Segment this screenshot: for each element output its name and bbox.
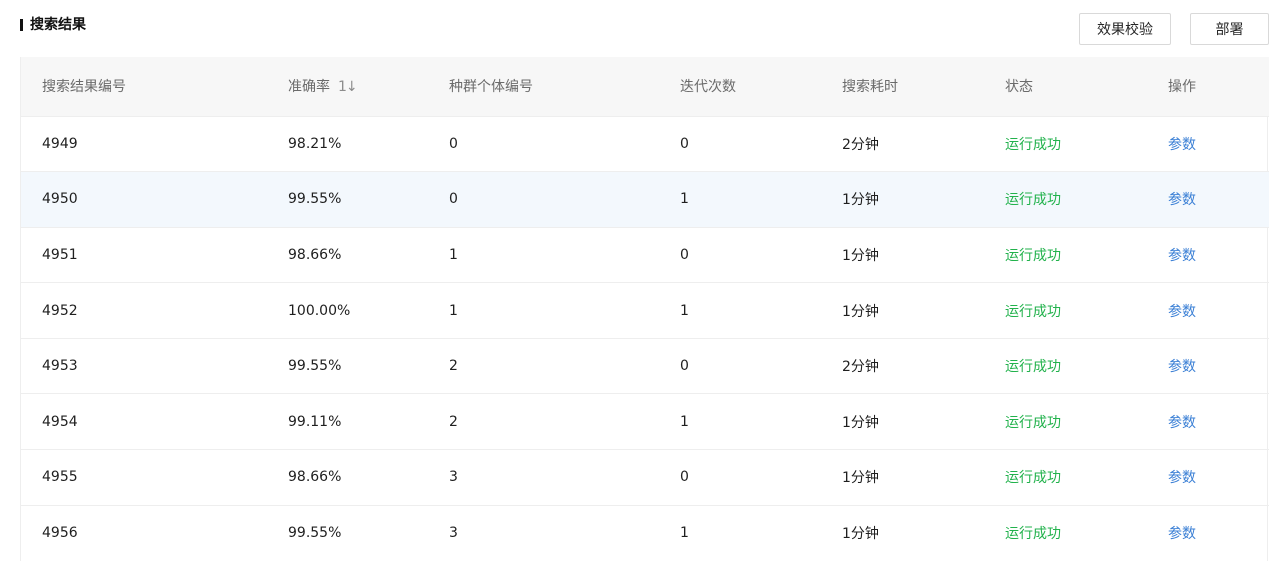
column-header-actions: 操作 (1147, 57, 1269, 117)
params-link[interactable]: 参数 (1147, 171, 1269, 228)
cell-duration: 1分钟 (821, 393, 984, 451)
cell-accuracy: 99.55% (267, 338, 428, 395)
cell-accuracy: 99.11% (267, 393, 428, 451)
params-link[interactable]: 参数 (1147, 116, 1269, 173)
cell-status: 运行成功 (984, 338, 1147, 395)
params-link[interactable]: 参数 (1147, 393, 1269, 451)
cell-individual-id: 2 (428, 393, 659, 451)
cell-result-id: 4950 (21, 171, 267, 228)
deploy-button[interactable]: 部署 (1190, 13, 1269, 45)
cell-status: 运行成功 (984, 227, 1147, 284)
table-row: 4952 100.00% 1 1 1分钟 运行成功 参数 (21, 282, 1269, 339)
column-header-label: 操作 (1168, 79, 1196, 96)
cell-accuracy: 99.55% (288, 525, 342, 542)
params-link[interactable]: 参数 (1147, 282, 1269, 339)
cell-result-id: 4954 (21, 393, 267, 451)
title-accent-bar (20, 19, 23, 31)
column-header-result-id: 搜索结果编号 (21, 57, 267, 117)
table-row: 4951 98.66% 1 0 1分钟 运行成功 参数 (21, 227, 1269, 284)
cell-duration: 1分钟 (821, 449, 984, 506)
table-row: 4950 99.55% 0 1 1分钟 运行成功 参数 (21, 171, 1269, 228)
section-header: 搜索结果 效果校验 部署 (0, 0, 1280, 57)
table-row: 4955 98.66% 3 0 1分钟 运行成功 参数 (21, 449, 1269, 506)
params-link[interactable]: 参数 (1147, 227, 1269, 284)
section-title-text: 搜索结果 (30, 17, 86, 33)
cell-iterations: 1 (659, 171, 821, 228)
column-header-status: 状态 (984, 57, 1147, 117)
column-header-label: 状态 (1005, 79, 1033, 96)
cell-iterations: 0 (659, 338, 821, 395)
search-results-page: 搜索结果 效果校验 部署 搜索结果编号 准确率 1↓ 种群个体编号 迭代次数 搜… (0, 0, 1280, 561)
table-header-row: 搜索结果编号 准确率 1↓ 种群个体编号 迭代次数 搜索耗时 状态 操作 (21, 57, 1269, 117)
cell-result-id: 4953 (21, 338, 267, 395)
params-link[interactable]: 参数 (1147, 449, 1269, 506)
cell-duration: 1分钟 (842, 526, 879, 543)
results-table: 搜索结果编号 准确率 1↓ 种群个体编号 迭代次数 搜索耗时 状态 操作 4949… (21, 57, 1269, 561)
cell-individual-id: 3 (428, 449, 659, 506)
cell-accuracy: 98.66% (267, 227, 428, 284)
cell-iterations: 1 (680, 525, 689, 542)
table-row: 4956 99.55% 3 1 1分钟 运行成功 参数 (21, 505, 1269, 561)
cell-individual-id: 3 (449, 525, 458, 542)
cell-status: 运行成功 (984, 393, 1147, 451)
column-header-iterations: 迭代次数 (659, 57, 821, 117)
cell-individual-id: 0 (428, 116, 659, 173)
cell-result-id: 4956 (42, 525, 78, 542)
cell-status: 运行成功 (984, 171, 1147, 228)
cell-iterations: 1 (659, 393, 821, 451)
cell-iterations: 1 (659, 282, 821, 339)
section-title: 搜索结果 (20, 17, 86, 33)
column-header-label: 搜索结果编号 (42, 79, 126, 96)
cell-result-id: 4952 (21, 282, 267, 339)
cell-status: 运行成功 (984, 282, 1147, 339)
results-table-container: 搜索结果编号 准确率 1↓ 种群个体编号 迭代次数 搜索耗时 状态 操作 4949… (20, 57, 1269, 561)
cell-iterations: 0 (659, 227, 821, 284)
cell-individual-id: 2 (428, 338, 659, 395)
cell-duration: 2分钟 (821, 338, 984, 395)
column-header-label: 迭代次数 (680, 79, 736, 96)
cell-duration: 2分钟 (821, 116, 984, 173)
cell-result-id: 4949 (21, 116, 267, 173)
cell-accuracy: 99.55% (267, 171, 428, 228)
cell-duration: 1分钟 (821, 171, 984, 228)
cell-status: 运行成功 (984, 449, 1147, 506)
cell-iterations: 0 (659, 116, 821, 173)
column-header-accuracy[interactable]: 准确率 1↓ (267, 57, 428, 117)
column-header-label: 准确率 (288, 79, 330, 96)
table-row: 4953 99.55% 2 0 2分钟 运行成功 参数 (21, 338, 1269, 395)
column-header-duration: 搜索耗时 (821, 57, 984, 117)
table-row: 4954 99.11% 2 1 1分钟 运行成功 参数 (21, 393, 1269, 451)
table-row: 4949 98.21% 0 0 2分钟 运行成功 参数 (21, 116, 1269, 173)
column-header-individual-id: 种群个体编号 (428, 57, 659, 117)
cell-duration: 1分钟 (821, 282, 984, 339)
cell-individual-id: 1 (428, 227, 659, 284)
params-link[interactable]: 参数 (1147, 505, 1269, 561)
cell-accuracy: 98.21% (267, 116, 428, 173)
column-header-label: 搜索耗时 (842, 79, 898, 96)
params-link[interactable]: 参数 (1147, 338, 1269, 395)
verify-button[interactable]: 效果校验 (1079, 13, 1171, 45)
sort-icon[interactable]: 1↓ (338, 79, 358, 95)
column-header-label: 种群个体编号 (449, 79, 533, 96)
cell-duration: 1分钟 (821, 227, 984, 284)
cell-status: 运行成功 (984, 116, 1147, 173)
cell-individual-id: 1 (428, 282, 659, 339)
cell-accuracy: 100.00% (267, 282, 428, 339)
cell-result-id: 4951 (21, 227, 267, 284)
cell-individual-id: 0 (428, 171, 659, 228)
cell-accuracy: 98.66% (267, 449, 428, 506)
cell-status: 运行成功 (1005, 526, 1061, 543)
cell-result-id: 4955 (21, 449, 267, 506)
cell-iterations: 0 (659, 449, 821, 506)
